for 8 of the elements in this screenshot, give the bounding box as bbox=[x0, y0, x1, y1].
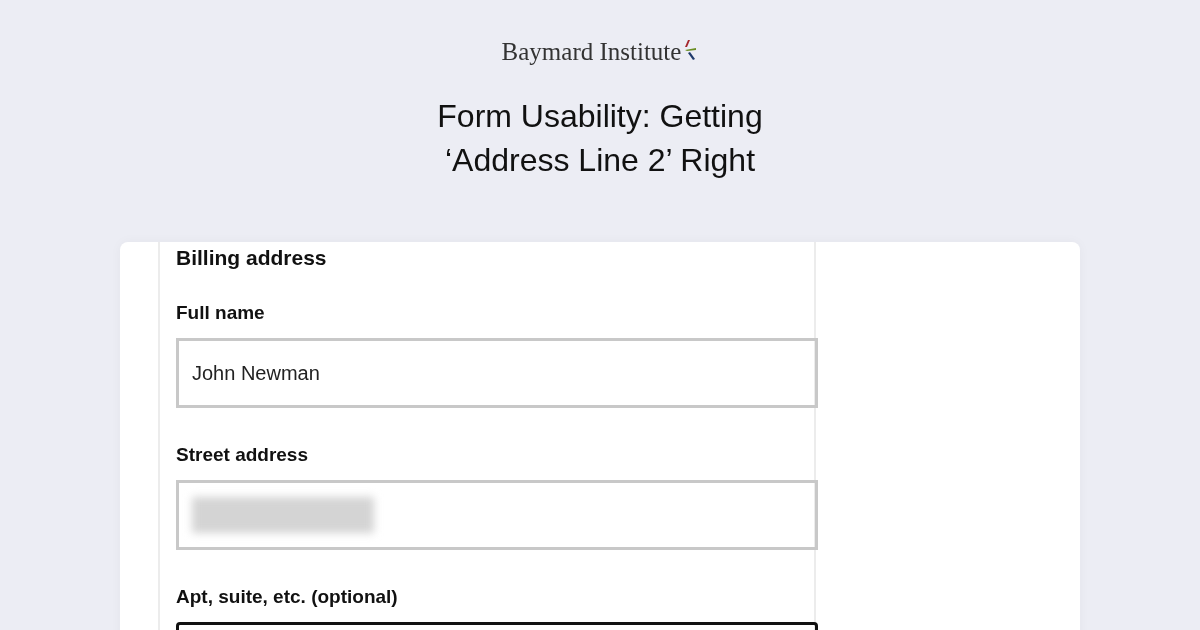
form-heading: Billing address bbox=[176, 246, 328, 270]
logo-text: Baymard Institute bbox=[501, 37, 682, 67]
input-field[interactable]: John Newman bbox=[176, 338, 818, 408]
field-label: Apt, suite, etc. (optional) bbox=[176, 585, 399, 609]
field-label: Street address bbox=[176, 443, 309, 467]
logo-mark-icon bbox=[682, 40, 699, 60]
headline: Form Usability: Getting ‘Address Line 2’ Right bbox=[437, 97, 763, 180]
field-label: Full name bbox=[176, 301, 266, 325]
